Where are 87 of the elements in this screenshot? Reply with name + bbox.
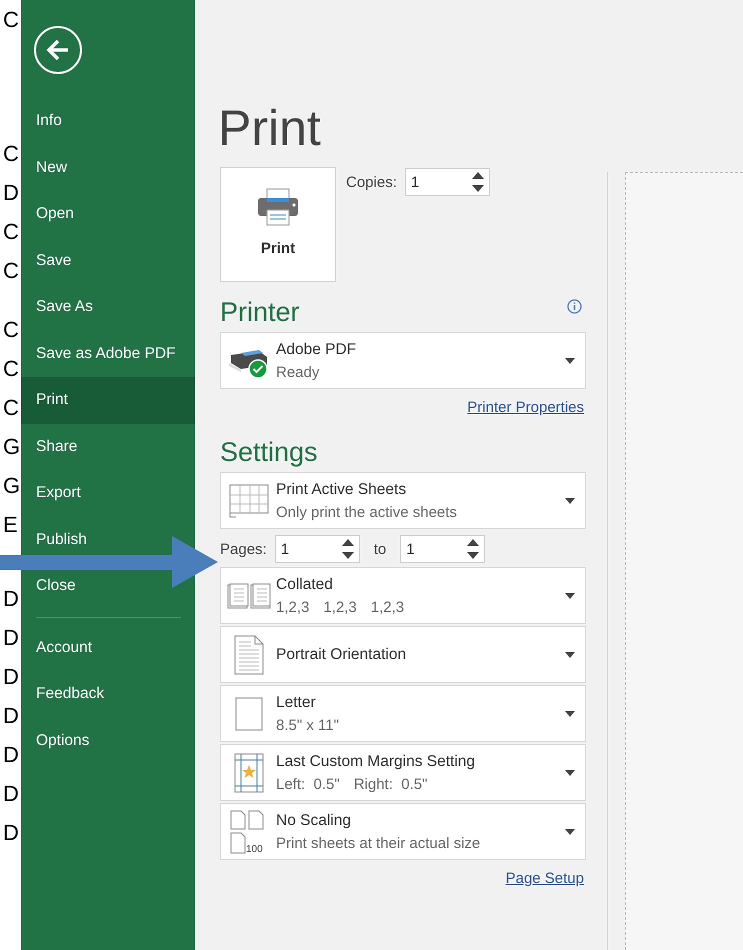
- page-title: Print: [218, 100, 322, 156]
- spinner-arrows-icon[interactable]: [340, 538, 355, 560]
- option-title: Print Active Sheets: [276, 480, 408, 498]
- settings-dropdown[interactable]: 100 No Scaling Print sheets at their actual size: [220, 803, 586, 860]
- option-description: Only print the active sheets: [276, 504, 457, 520]
- settings-dropdown[interactable]: Print Active Sheets Only print the active sheets: [220, 472, 586, 529]
- background-letter: D: [2, 626, 20, 649]
- option-description: Print sheets at their actual size: [276, 834, 480, 852]
- option-title: Portrait Orientation: [276, 646, 408, 664]
- settings-dropdown[interactable]: Last Custom Margins Setting Left: 0.5" Right: 0.5": [220, 744, 586, 801]
- printer-icon: [257, 188, 299, 226]
- option-description: 1,2,3: [323, 598, 357, 616]
- spinner-arrows-icon[interactable]: [466, 538, 480, 560]
- dropdown-caret-icon: [565, 652, 575, 658]
- option-title: Letter: [276, 694, 317, 712]
- grid-sheet-icon: [229, 484, 269, 518]
- scale-number: 100: [246, 844, 263, 854]
- sidebar-item[interactable]: Print: [21, 377, 195, 424]
- option-description: 8.5" x 11": [276, 716, 339, 734]
- dropdown-caret-icon: [565, 770, 575, 776]
- background-letter: D: [2, 782, 20, 805]
- copies-field[interactable]: 1: [404, 168, 490, 196]
- sidebar-item[interactable]: Account: [21, 632, 104, 663]
- background-letter: D: [2, 821, 20, 844]
- dropdown-caret-icon: [565, 358, 575, 364]
- option-title: Last Custom Margins Setting: [276, 752, 476, 770]
- background-letter: D: [2, 587, 20, 610]
- printer-dropdown[interactable]: Adobe PDF Ready: [220, 332, 586, 389]
- background-letter: C: [2, 396, 20, 419]
- option-title: Collated: [276, 576, 334, 594]
- option-description: Left: 0.5": [276, 776, 340, 792]
- sidebar-item[interactable]: Open: [21, 199, 86, 230]
- section-heading: Settings: [220, 436, 319, 468]
- collated-pages-icon: [227, 582, 271, 608]
- printer-status: Ready: [276, 364, 320, 380]
- background-letter: G: [2, 474, 21, 497]
- pages-to-label: to: [374, 540, 386, 558]
- option-description: 1,2,3: [370, 598, 404, 616]
- back-button[interactable]: [34, 26, 82, 74]
- margins-page-icon: [234, 752, 264, 792]
- printer-properties-link[interactable]: Printer Properties: [467, 399, 584, 416]
- pages-from-field[interactable]: 1: [274, 535, 360, 563]
- dropdown-caret-icon: [565, 710, 575, 716]
- background-letter: D: [2, 665, 20, 688]
- sidebar-item[interactable]: Save: [21, 246, 84, 276]
- dropdown-caret-icon: [565, 592, 575, 598]
- print-button[interactable]: Print: [220, 167, 336, 282]
- option-title: No Scaling: [276, 812, 352, 830]
- sidebar-item[interactable]: Share: [21, 432, 90, 462]
- blank-page-icon: [235, 696, 263, 730]
- sidebar-item[interactable]: Options: [21, 726, 102, 756]
- sidebar-item[interactable]: New: [21, 152, 80, 183]
- option-description: Right: 0.5": [354, 776, 428, 792]
- dropdown-caret-icon: [565, 828, 575, 834]
- sidebar-item[interactable]: Publish: [21, 524, 99, 555]
- option-description: 1,2,3: [276, 598, 310, 616]
- sidebar-item[interactable]: Info: [21, 106, 74, 136]
- background-letter: C: [2, 357, 20, 380]
- background-letter: D: [2, 743, 20, 766]
- copies-label: Copies:: [346, 174, 397, 190]
- background-letter: G: [2, 435, 21, 458]
- pages-to-field[interactable]: 1: [400, 535, 486, 563]
- pages-label: Pages:: [220, 540, 267, 558]
- background-letter: C: [2, 8, 20, 31]
- background-letter: C: [2, 259, 20, 282]
- portrait-page-icon: [234, 634, 264, 674]
- page-setup-link[interactable]: Page Setup: [506, 870, 584, 887]
- sidebar-item[interactable]: Save as Adobe PDF: [21, 338, 188, 369]
- background-letter: C: [2, 220, 20, 243]
- settings-dropdown[interactable]: Portrait Orientation: [220, 626, 586, 683]
- background-letter: C: [2, 142, 20, 165]
- section-heading: Printer: [220, 296, 300, 328]
- back-arrow-icon: [46, 39, 70, 61]
- sidebar-item[interactable]: Export: [21, 478, 93, 508]
- background-letter: C: [2, 318, 20, 341]
- sidebar-item[interactable]: Feedback: [21, 679, 116, 710]
- background-letter: D: [2, 704, 20, 727]
- sidebar-item[interactable]: Close: [21, 571, 88, 602]
- settings-dropdown[interactable]: Collated 1,2,3 1,2,3 1,2,3: [220, 567, 586, 624]
- background-letter: D: [2, 181, 20, 204]
- spinner-arrows-icon[interactable]: [470, 171, 485, 193]
- printer-name: Adobe PDF: [276, 340, 358, 358]
- info-icon[interactable]: [567, 299, 582, 314]
- settings-dropdown[interactable]: Letter 8.5" x 11": [220, 685, 586, 742]
- background-letter: E: [2, 513, 19, 536]
- dropdown-caret-icon: [565, 498, 575, 504]
- sidebar-item[interactable]: Save As: [21, 292, 105, 322]
